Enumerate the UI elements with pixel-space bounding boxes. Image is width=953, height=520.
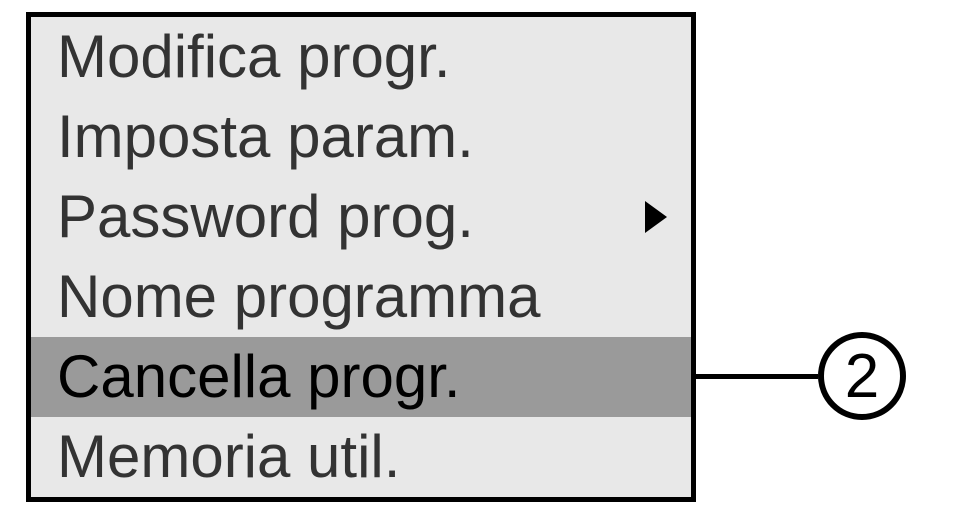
callout-line	[696, 374, 818, 379]
menu-item-label: Nome programma	[57, 267, 541, 327]
menu-item-memoria-util[interactable]: Memoria util.	[31, 417, 691, 497]
menu-box: Modifica progr. Imposta param. Password …	[26, 12, 696, 502]
menu-item-cancella-progr[interactable]: Cancella progr.	[31, 337, 691, 417]
menu-item-password-prog[interactable]: Password prog.	[31, 177, 691, 257]
callout-number: 2	[845, 341, 879, 412]
callout: 2	[696, 332, 906, 420]
menu-item-nome-programma[interactable]: Nome programma	[31, 257, 691, 337]
menu-item-label: Password prog.	[57, 187, 474, 247]
submenu-arrow-icon	[645, 201, 667, 233]
callout-circle: 2	[818, 332, 906, 420]
menu-item-imposta-param[interactable]: Imposta param.	[31, 97, 691, 177]
menu-item-label: Modifica progr.	[57, 27, 451, 87]
menu-item-label: Cancella progr.	[57, 347, 461, 407]
menu-item-modifica-progr[interactable]: Modifica progr.	[31, 17, 691, 97]
menu-item-label: Memoria util.	[57, 427, 400, 487]
menu-item-label: Imposta param.	[57, 107, 474, 167]
